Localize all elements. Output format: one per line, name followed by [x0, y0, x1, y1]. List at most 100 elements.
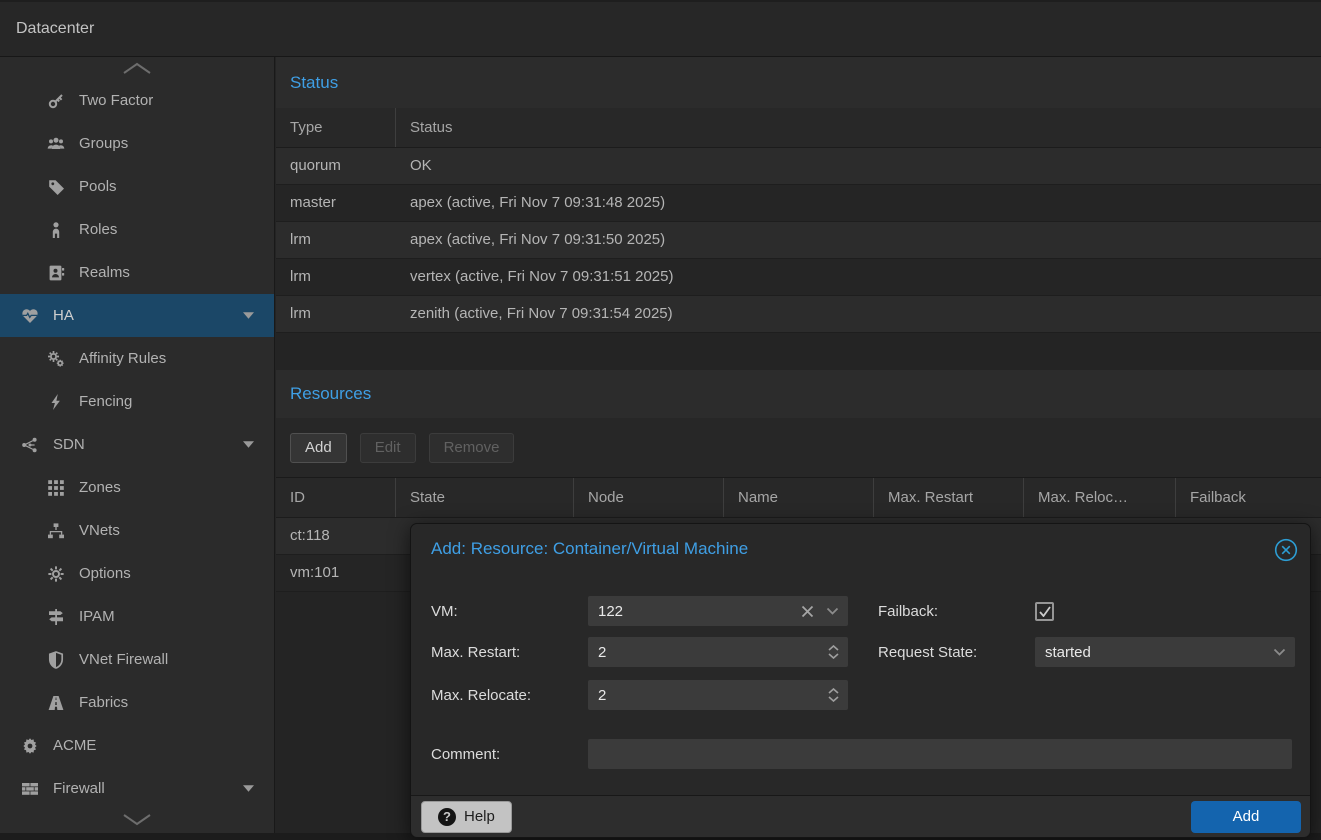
status-row[interactable]: lrmzenith (active, Fri Nov 7 09:31:54 20… [276, 296, 1321, 333]
status-row[interactable]: lrmapex (active, Fri Nov 7 09:31:50 2025… [276, 222, 1321, 259]
failback-label: Failback: [878, 603, 1035, 620]
status-value-cell: apex (active, Fri Nov 7 09:31:48 2025) [396, 185, 1321, 221]
sidebar-item-pools[interactable]: Pools [0, 165, 274, 208]
sidebar-item-fencing[interactable]: Fencing [0, 380, 274, 423]
status-row[interactable]: masterapex (active, Fri Nov 7 09:31:48 2… [276, 185, 1321, 222]
sidebar-item-vnets[interactable]: VNets [0, 509, 274, 552]
resources-remove-button[interactable]: Remove [429, 433, 515, 463]
heartbeat-icon [20, 306, 40, 325]
sidebar-item-vnet-firewall[interactable]: VNet Firewall [0, 638, 274, 681]
comment-input[interactable] [588, 739, 1292, 769]
max-restart-value: 2 [598, 644, 820, 661]
spinner-icons[interactable] [828, 645, 839, 659]
column-header[interactable]: Failback [1176, 478, 1321, 517]
sidebar-item-sdn[interactable]: SDN [0, 423, 274, 466]
sidebar-item-fabrics[interactable]: Fabrics [0, 681, 274, 724]
max-relocate-label: Max. Relocate: [431, 687, 588, 704]
sidebar-scroll-down[interactable] [0, 805, 274, 833]
resources-edit-button[interactable]: Edit [360, 433, 416, 463]
sidebar-item-roles[interactable]: Roles [0, 208, 274, 251]
check-icon [1039, 606, 1051, 617]
resources-panel-header: Resources [276, 370, 1321, 418]
column-header[interactable]: Max. Reloc… [1024, 478, 1176, 517]
road-icon [46, 693, 66, 712]
caret-down-icon [243, 441, 254, 448]
sidebar-item-affinity-rules[interactable]: Affinity Rules [0, 337, 274, 380]
column-header[interactable]: ID [276, 478, 396, 517]
certificate-icon [20, 736, 40, 755]
sidebar-item-label: VNet Firewall [79, 651, 168, 668]
max-relocate-value: 2 [598, 687, 820, 704]
column-header[interactable]: Status [396, 108, 1321, 147]
resources-add-button[interactable]: Add [290, 433, 347, 463]
request-state-value: started [1045, 644, 1261, 661]
sidebar-item-two-factor[interactable]: Two Factor [0, 79, 274, 122]
failback-checkbox[interactable] [1035, 602, 1054, 621]
sidebar-item-acme[interactable]: ACME [0, 724, 274, 767]
column-header[interactable]: Name [724, 478, 874, 517]
sidebar-item-firewall[interactable]: Firewall [0, 767, 274, 810]
sidebar: Two FactorGroupsPools Roles Realms HA Affini… [0, 57, 275, 840]
sidebar-item-realms[interactable]: Realms [0, 251, 274, 294]
add-resource-dialog: Add: Resource: Container/Virtual Machine… [410, 523, 1311, 838]
clear-icon[interactable] [801, 605, 814, 618]
chevron-down-icon [121, 813, 153, 826]
tag-icon [46, 177, 66, 196]
sitemap-icon [46, 521, 66, 540]
column-header[interactable]: Node [574, 478, 724, 517]
sidebar-item-ipam[interactable]: IPAM [0, 595, 274, 638]
sidebar-item-label: Zones [79, 479, 121, 496]
column-header[interactable]: State [396, 478, 574, 517]
status-row[interactable]: lrmvertex (active, Fri Nov 7 09:31:51 20… [276, 259, 1321, 296]
request-state-field-row: Request State: started [878, 637, 1295, 667]
max-restart-label: Max. Restart: [431, 644, 588, 661]
help-icon: ? [438, 808, 456, 826]
sidebar-item-label: SDN [53, 436, 85, 453]
sidebar-item-label: Realms [79, 264, 130, 281]
comment-field-row: Comment: [431, 739, 1292, 769]
sidebar-item-label: Roles [79, 221, 117, 238]
sidebar-item-label: Fabrics [79, 694, 128, 711]
spinner-icons[interactable] [828, 688, 839, 702]
status-panel-header: Status [276, 57, 1321, 108]
resource-id-cell: ct:118 [276, 518, 396, 554]
caret-down-icon [243, 312, 254, 319]
max-restart-spinner[interactable]: 2 [588, 637, 848, 667]
sidebar-scroll-up[interactable] [0, 57, 274, 79]
status-row[interactable]: quorumOK [276, 148, 1321, 185]
status-type-cell: quorum [276, 148, 396, 184]
vm-combobox[interactable]: 122 [588, 596, 848, 626]
resources-table-header: IDStateNodeNameMax. RestartMax. Reloc…Fa… [276, 478, 1321, 518]
column-header[interactable]: Type [276, 108, 396, 147]
sdn-nodes-icon [20, 435, 40, 454]
vm-label: VM: [431, 603, 588, 620]
help-button[interactable]: ? Help [421, 801, 512, 833]
sidebar-item-label: IPAM [79, 608, 115, 625]
chevron-down-icon[interactable] [826, 607, 839, 615]
sidebar-item-label: HA [53, 307, 74, 324]
dialog-add-button[interactable]: Add [1191, 801, 1301, 833]
caret-down-icon [243, 785, 254, 792]
request-state-label: Request State: [878, 644, 1035, 661]
help-button-label: Help [464, 808, 495, 825]
sidebar-item-label: Firewall [53, 780, 105, 797]
failback-field-row: Failback: [878, 596, 1054, 626]
sidebar-item-zones[interactable]: Zones [0, 466, 274, 509]
column-header[interactable]: Max. Restart [874, 478, 1024, 517]
grid-icon [46, 478, 66, 497]
max-relocate-spinner[interactable]: 2 [588, 680, 848, 710]
person-icon [46, 220, 66, 239]
dialog-close-button[interactable] [1272, 536, 1299, 563]
status-panel: Status TypeStatus quorumOKmasterapex (ac… [276, 57, 1321, 333]
sidebar-item-options[interactable]: Options [0, 552, 274, 595]
status-value-cell: vertex (active, Fri Nov 7 09:31:51 2025) [396, 259, 1321, 295]
status-value-cell: apex (active, Fri Nov 7 09:31:50 2025) [396, 222, 1321, 258]
close-icon [1273, 537, 1299, 563]
request-state-select[interactable]: started [1035, 637, 1295, 667]
chevron-down-icon [1273, 648, 1286, 656]
sidebar-item-label: VNets [79, 522, 120, 539]
sidebar-item-ha[interactable]: HA [0, 294, 274, 337]
sidebar-item-groups[interactable]: Groups [0, 122, 274, 165]
header-bar: Datacenter [0, 0, 1321, 57]
status-type-cell: lrm [276, 296, 396, 332]
